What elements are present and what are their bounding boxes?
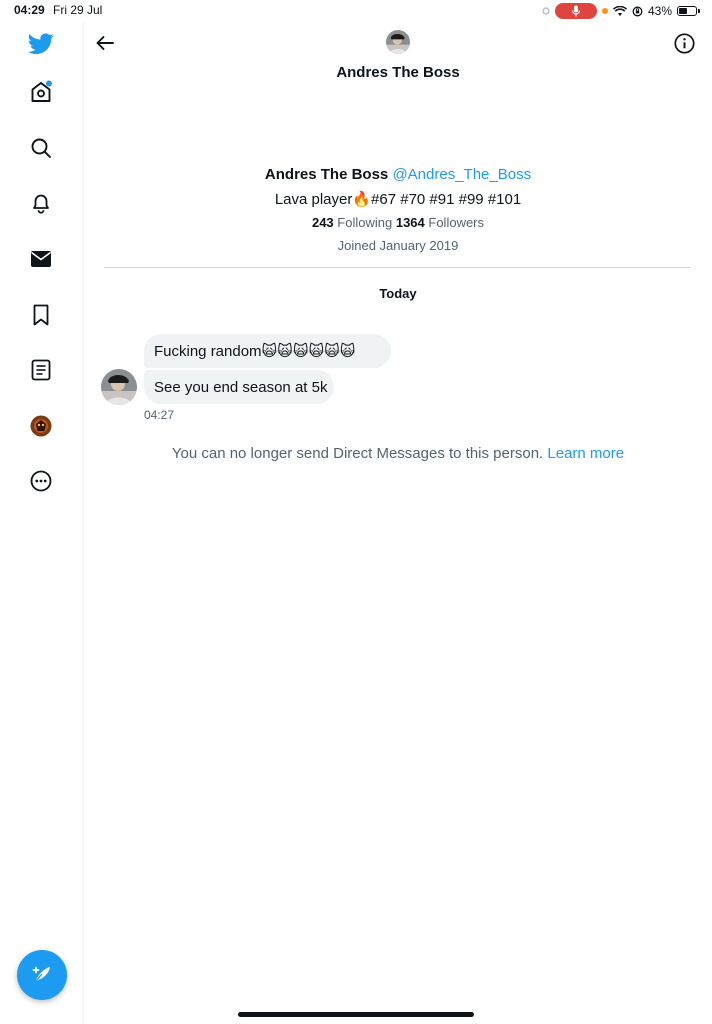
followers-count: 1364 [395, 215, 425, 230]
status-bar: 04:29 Fri 29 Jul 43% [0, 0, 712, 22]
status-indicators: 43% [542, 2, 700, 20]
bookmark-icon [33, 304, 49, 326]
message-timestamp: 04:27 [144, 408, 175, 422]
sidebar-item-profile[interactable] [25, 410, 57, 442]
message-bubble[interactable]: See you end season at 5k [144, 370, 334, 404]
battery-percent: 43% [647, 4, 672, 18]
profile-stats: 243 Following 1364 Followers [84, 215, 712, 230]
back-arrow-icon [96, 36, 114, 50]
notice-text: You can no longer send Direct Messages t… [171, 445, 544, 462]
compose-feather-icon [32, 966, 50, 983]
battery-icon [677, 6, 697, 16]
bell-icon [33, 194, 49, 214]
more-icon [30, 470, 52, 492]
compose-button[interactable] [17, 950, 67, 1000]
battery-cap [698, 9, 700, 13]
profile-joined-date: Joined January 2019 [337, 238, 459, 253]
home-indicator[interactable] [238, 1012, 474, 1017]
following-label: Following [337, 215, 393, 230]
followers-label: Followers [428, 215, 485, 230]
dm-disabled-notice: You can no longer send Direct Messages t… [84, 445, 712, 462]
microphone-icon [571, 5, 581, 17]
sidebar-item-home[interactable] [25, 76, 57, 108]
search-icon [31, 138, 51, 158]
header-title: Andres The Boss [336, 64, 460, 81]
rotation-lock-icon [632, 6, 643, 16]
sidebar-item-explore[interactable] [25, 132, 57, 164]
info-icon [673, 32, 695, 54]
message-text: Fucking random🙀🙀🙀🙀🙀🙀 [154, 343, 356, 360]
wifi-icon [612, 5, 627, 16]
sidebar-item-bookmarks[interactable] [25, 299, 57, 331]
header-avatar[interactable] [386, 30, 410, 54]
home-icon [31, 80, 52, 102]
following-count: 243 [311, 215, 334, 230]
twitter-logo-icon[interactable] [25, 28, 57, 60]
lists-icon [31, 359, 51, 381]
user-avatar-image [101, 369, 137, 405]
sidebar-item-more[interactable] [25, 465, 57, 497]
status-time: 04:29 [14, 3, 45, 17]
day-separator: Today [379, 286, 417, 301]
profile-name-line[interactable]: Andres The Boss @Andres_The_Boss [84, 166, 712, 183]
message-text: See you end season at 5k [154, 378, 328, 396]
privacy-dot [601, 8, 608, 14]
user-avatar-image [386, 30, 410, 54]
battery-fill [679, 8, 687, 14]
profile-bio: Lava player🔥#67 #70 #91 #99 #101 [274, 191, 522, 208]
location-icon [542, 7, 550, 15]
divider [104, 267, 691, 268]
sidebar-item-messages[interactable] [25, 243, 57, 275]
profile-handle[interactable]: @Andres_The_Boss [392, 166, 531, 183]
sidebar-item-notifications[interactable] [25, 187, 57, 219]
message-avatar[interactable] [101, 369, 137, 405]
message-bubble[interactable]: Fucking random🙀🙀🙀🙀🙀🙀 [144, 334, 391, 368]
envelope-icon [31, 251, 51, 267]
profile-name: Andres The Boss [264, 166, 389, 183]
learn-more-link[interactable]: Learn more [547, 445, 624, 462]
back-button[interactable] [92, 30, 118, 56]
sidebar-item-lists[interactable] [25, 354, 57, 386]
status-date: Fri 29 Jul [53, 3, 103, 17]
microphone-indicator [554, 3, 597, 19]
sidebar-nav [0, 22, 84, 1024]
conversation-info-button[interactable] [671, 30, 697, 56]
profile-avatar-icon [30, 415, 52, 437]
